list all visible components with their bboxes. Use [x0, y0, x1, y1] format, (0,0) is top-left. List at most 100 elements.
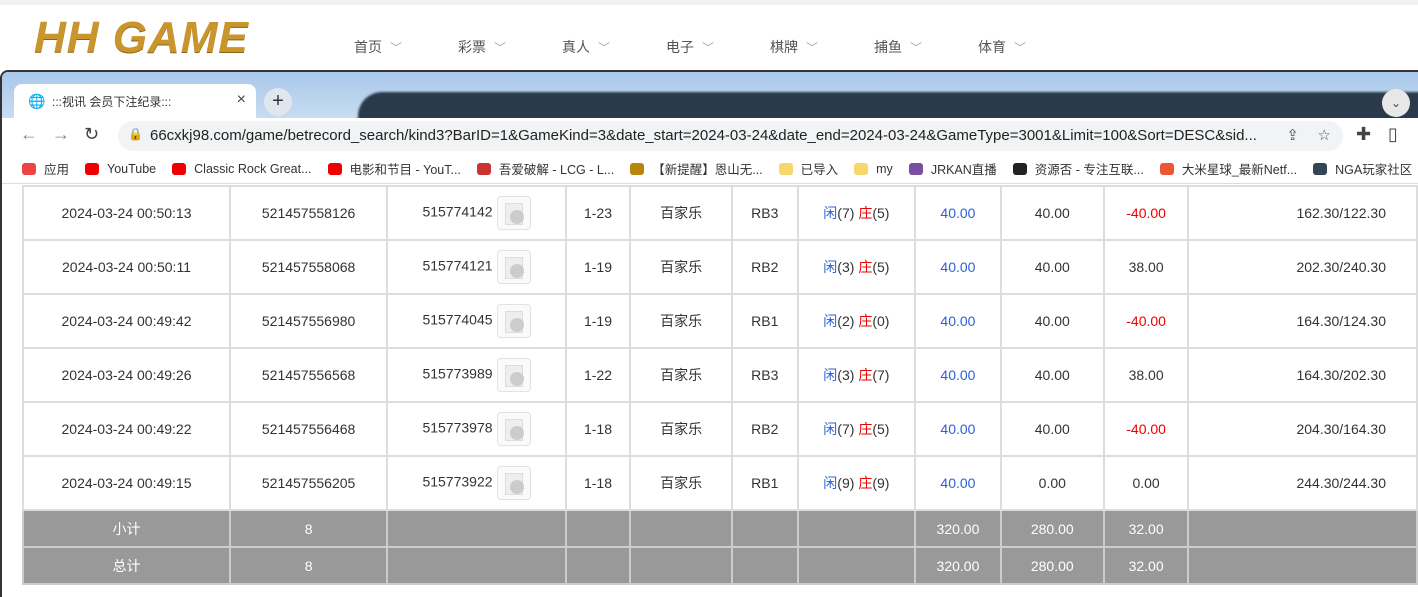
bookmark-item[interactable]: 资源否 - 专注互联... [1012, 159, 1144, 178]
bookmark-item[interactable]: 已导入 [778, 159, 838, 178]
nav-item[interactable]: 真人 ﹀ [562, 37, 666, 57]
round-id: 515773978 [422, 419, 493, 436]
chevron-down-icon: ﹀ [1014, 41, 1027, 55]
table-row: 2024-03-24 00:49:42 521457556980 5157740… [21, 293, 1418, 349]
nav-item[interactable]: 首页 ﹀ [354, 37, 458, 57]
game-name: 百家乐 [629, 401, 734, 457]
video-replay-icon[interactable] [496, 466, 531, 500]
bookmark-item[interactable]: my [854, 162, 893, 176]
extensions-icon[interactable]: ✚ [1356, 124, 1371, 145]
shoe: 1-19 [564, 239, 632, 295]
bet-amount: 40.00 [914, 293, 1002, 349]
video-replay-icon[interactable] [496, 304, 531, 338]
round-cell: 515774045 [386, 293, 567, 349]
shoe: 1-22 [564, 347, 632, 403]
game-name: 百家乐 [629, 347, 734, 403]
forward-icon[interactable]: → [52, 124, 70, 145]
subtotal-count: 8 [229, 509, 389, 548]
round-id: 515773989 [422, 365, 493, 382]
shoe: 1-23 [564, 185, 632, 241]
table-name: RB1 [731, 455, 799, 511]
nav-item[interactable]: 棋牌 ﹀ [770, 37, 874, 57]
round-id: 515773922 [422, 473, 493, 490]
url-text: 66cxkj98.com/game/betrecord_search/kind3… [150, 127, 1257, 144]
bet-time: 2024-03-24 00:49:15 [21, 455, 232, 511]
star-icon[interactable]: ☆ [1318, 126, 1331, 144]
total-valid: 280.00 [999, 546, 1105, 585]
bookmark-item[interactable]: 【新提醒】恩山无... [630, 159, 763, 178]
bookmark-item[interactable]: NGA玩家社区 [1313, 159, 1412, 178]
nav-item[interactable]: 彩票 ﹀ [458, 37, 562, 57]
round-cell: 515774121 [386, 239, 567, 295]
table-name: RB3 [731, 347, 799, 403]
bet-time: 2024-03-24 00:49:22 [21, 401, 232, 457]
bookmark-icon [1159, 162, 1174, 175]
video-replay-icon[interactable] [496, 412, 531, 446]
nav-item[interactable]: 捕鱼 ﹀ [874, 37, 978, 57]
bookmark-item[interactable]: YouTube [85, 162, 156, 176]
chevron-down-icon: ﹀ [494, 41, 507, 55]
subtotal-row: 小计 8 320.00 280.00 32.00 [21, 509, 1418, 548]
total-label: 总计 [21, 546, 232, 585]
game-name: 百家乐 [629, 293, 734, 349]
bookmark-item[interactable]: Classic Rock Great... [172, 162, 312, 176]
bet-id: 521457556980 [229, 293, 389, 349]
bookmark-item[interactable]: 吾爱破解 - LCG - L... [476, 159, 614, 178]
shoe: 1-18 [564, 455, 632, 511]
chevron-down-icon: ﹀ [806, 41, 819, 55]
chevron-down-icon: ﹀ [702, 41, 715, 55]
round-id: 515774045 [422, 311, 493, 328]
balance: 204.30/164.30 [1187, 401, 1418, 457]
browser-toolbar: ← → ↻ 🔒 66cxkj98.com/game/betrecord_sear… [2, 118, 1418, 154]
close-tab-icon[interactable]: × [237, 91, 246, 109]
video-replay-icon[interactable] [496, 358, 531, 392]
shoe: 1-19 [564, 293, 632, 349]
shoe: 1-18 [564, 401, 632, 457]
round-cell: 515773989 [386, 347, 567, 403]
bookmark-item[interactable]: 应用 [22, 159, 69, 178]
bookmark-icon [630, 162, 645, 175]
new-tab-button[interactable]: + [264, 88, 292, 116]
bookmark-icon [327, 162, 342, 175]
nav-item[interactable]: 电子 ﹀ [666, 37, 770, 57]
valid-amount: 40.00 [999, 401, 1105, 457]
valid-amount: 40.00 [999, 185, 1105, 241]
table-name: RB2 [731, 401, 799, 457]
bookmark-icon [476, 162, 491, 175]
table-name: RB2 [731, 239, 799, 295]
table-name: RB1 [731, 293, 799, 349]
round-cell: 515773922 [386, 455, 567, 511]
back-icon[interactable]: ← [20, 124, 38, 145]
result: 闲(7) 庄(5) [796, 185, 917, 241]
tab-search-button[interactable]: ⌄ [1382, 89, 1410, 117]
tab-strip: 🌐 :::视讯 会员下注纪录::: × + ⌄ [2, 72, 1418, 122]
hh-game-logo[interactable]: HH GAME [34, 13, 249, 63]
address-bar[interactable]: 🔒 66cxkj98.com/game/betrecord_search/kin… [118, 121, 1343, 151]
total-count: 8 [229, 546, 389, 585]
win-loss: 38.00 [1102, 239, 1190, 295]
side-panel-icon[interactable]: ▯ [1388, 124, 1398, 145]
subtotal-win: 32.00 [1102, 509, 1190, 548]
bet-time: 2024-03-24 00:49:26 [21, 347, 232, 403]
bookmark-icon [1313, 162, 1328, 175]
round-id: 515774142 [422, 203, 493, 220]
total-row: 总计 8 320.00 280.00 32.00 [21, 546, 1418, 585]
video-replay-icon[interactable] [496, 196, 531, 230]
share-icon[interactable]: ⇪ [1286, 126, 1299, 144]
video-replay-icon[interactable] [496, 250, 531, 284]
nav-item[interactable]: 体育 ﹀ [978, 37, 1082, 57]
bookmark-item[interactable]: 大米星球_最新Netf... [1159, 159, 1297, 178]
result: 闲(3) 庄(7) [796, 347, 917, 403]
main-nav: 首页 ﹀ 彩票 ﹀ 真人 ﹀ 电子 ﹀ 棋牌 ﹀ 捕鱼 ﹀ 体育 ﹀ [354, 37, 1082, 57]
browser-tab[interactable]: 🌐 :::视讯 会员下注纪录::: × [14, 84, 256, 118]
chevron-down-icon: ﹀ [390, 41, 403, 55]
valid-amount: 40.00 [999, 347, 1105, 403]
bookmark-item[interactable]: 电影和节目 - YouT... [327, 159, 461, 178]
valid-amount: 40.00 [999, 239, 1105, 295]
bet-time: 2024-03-24 00:50:11 [21, 239, 232, 295]
balance: 164.30/202.30 [1187, 347, 1418, 403]
reload-icon[interactable]: ↻ [84, 124, 99, 145]
bookmark-item[interactable]: JRKAN直播 [908, 159, 997, 178]
round-cell: 515773978 [386, 401, 567, 457]
win-loss: 0.00 [1102, 455, 1190, 511]
